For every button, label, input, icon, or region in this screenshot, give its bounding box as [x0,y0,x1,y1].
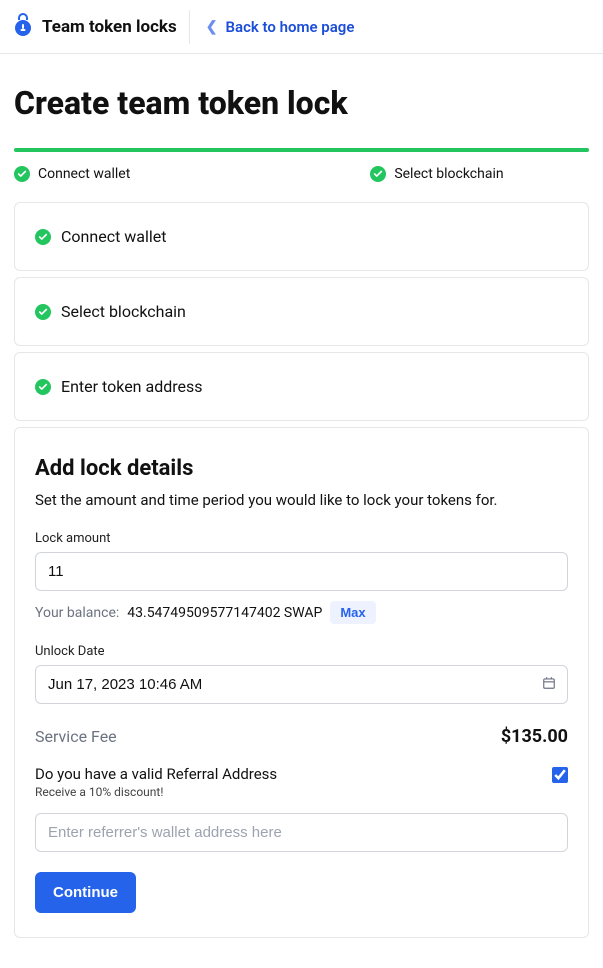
app-header: Team token locks ❮ Back to home page [0,0,603,54]
referral-title: Do you have a valid Referral Address [35,765,277,783]
chevron-left-icon: ❮ [206,19,218,35]
balance-prefix: Your balance: [35,605,119,621]
unlock-date-input[interactable] [35,665,568,704]
referral-checkbox[interactable] [552,767,568,783]
progress-bar [14,148,589,152]
back-label: Back to home page [225,18,354,36]
card-title: Enter token address [61,377,203,396]
page-title: Create team token lock [14,84,589,122]
balance-row: Your balance: 43.54749509577147402 SWAP … [35,601,568,624]
lock-icon [12,13,34,41]
step-connect-wallet: Connect wallet [14,166,130,182]
referral-sub: Receive a 10% discount! [35,785,277,799]
card-lock-details: Add lock details Set the amount and time… [14,427,589,938]
step-select-blockchain: Select blockchain [370,166,503,182]
check-icon [14,166,30,182]
check-icon [35,304,51,320]
referral-row: Do you have a valid Referral Address Rec… [35,765,568,799]
check-icon [35,229,51,245]
unlock-date-label: Unlock Date [35,644,568,659]
page-body: Create team token lock Connect wallet Se… [0,54,603,968]
max-button[interactable]: Max [330,601,375,624]
continue-button[interactable]: Continue [35,872,136,913]
step-indicator-row: Connect wallet Select blockchain [14,166,589,182]
fee-value: $135.00 [501,726,568,747]
check-icon [370,166,386,182]
step-label: Select blockchain [394,166,503,182]
card-select-blockchain[interactable]: Select blockchain [14,277,589,346]
lock-amount-label: Lock amount [35,531,568,546]
step-label: Connect wallet [38,166,130,182]
lock-amount-input[interactable] [35,552,568,591]
back-link[interactable]: ❮ Back to home page [190,18,355,36]
card-connect-wallet[interactable]: Connect wallet [14,202,589,271]
card-title: Connect wallet [61,227,167,246]
details-sub: Set the amount and time period you would… [35,491,568,509]
balance-value: 43.54749509577147402 SWAP [127,605,322,621]
brand: Team token locks [12,10,190,44]
card-title: Select blockchain [61,302,186,321]
brand-title: Team token locks [42,17,177,37]
fee-label: Service Fee [35,727,117,746]
details-heading: Add lock details [35,456,568,481]
service-fee-row: Service Fee $135.00 [35,726,568,747]
card-enter-token[interactable]: Enter token address [14,352,589,421]
check-icon [35,379,51,395]
referral-address-input[interactable] [35,813,568,852]
